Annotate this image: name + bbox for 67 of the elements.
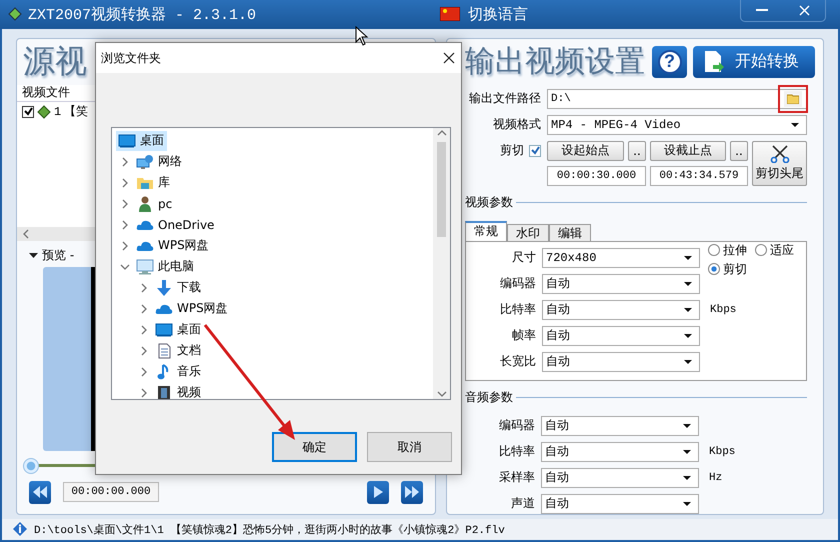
field-label: 长宽比 [499, 353, 536, 370]
field-label: 比特率 [499, 301, 536, 318]
tab[interactable]: 常规 [465, 220, 507, 241]
folder-tree-item[interactable]: 桌面 [153, 320, 204, 340]
dialog-button[interactable]: 确定 [272, 432, 357, 462]
folder-tree-item[interactable]: 网络 [134, 152, 185, 172]
group-title: 音频参数 [465, 388, 513, 406]
option-select[interactable]: 自动 [541, 442, 699, 462]
folder-tree-item[interactable]: 桌面 [116, 130, 167, 150]
panel-heading: 源视 [23, 40, 87, 82]
option-select[interactable]: 自动 [542, 300, 700, 320]
panel-heading: 输出视频设置 [465, 43, 645, 82]
start-convert-button[interactable]: 开始转换 [693, 46, 815, 78]
help-button[interactable]: ? [652, 46, 687, 78]
set-start-button[interactable]: 设起始点 [547, 140, 624, 161]
folder-tree-item[interactable]: WPS网盘 [134, 236, 212, 256]
set-end-button[interactable]: 设截止点 [650, 140, 726, 161]
size-select[interactable]: 720x480 [542, 248, 700, 268]
folder-tree-item[interactable]: 下载 [153, 278, 204, 298]
field-label: 采样率 [498, 469, 535, 486]
field-label: 编码器 [499, 275, 536, 292]
start-time-field[interactable]: 00:00:30.000 [547, 166, 646, 186]
folder-tree-item[interactable]: WPS网盘 [153, 298, 231, 318]
folder-tree-item[interactable]: 此电脑 [134, 256, 197, 276]
dialog-button[interactable]: 取消 [367, 432, 452, 462]
option-select[interactable]: 自动 [542, 326, 700, 346]
field-label: 比特率 [498, 443, 535, 460]
option-select[interactable]: 自动 [541, 494, 699, 514]
option-select[interactable]: 自动 [542, 274, 700, 294]
folder-tree-item[interactable]: 视频 [153, 382, 204, 399]
radio-option[interactable]: 适应 [755, 242, 794, 259]
folder-tree-item[interactable]: 库 [134, 172, 173, 192]
field-label: 剪切 [500, 142, 524, 160]
radio-option[interactable]: 剪切 [708, 260, 747, 278]
option-select[interactable]: 自动 [541, 468, 699, 488]
more-button[interactable]: .. [628, 140, 646, 161]
folder-tree-item[interactable]: OneDrive [134, 214, 218, 234]
status-text: D:\tools\桌面\文件1\1 【笑镇惊魂2】恐怖5分钟，逛街两小时的故事《小镇惊魂2》P2.flv [34, 522, 505, 537]
more-button[interactable]: .. [730, 140, 748, 161]
file-name[interactable]: 【笑 [64, 103, 88, 120]
field-label: 帧率 [511, 327, 536, 344]
folder-tree-item[interactable]: 文档 [153, 340, 204, 360]
trim-button[interactable]: 剪切头尾 [752, 140, 807, 186]
unit-label: Kbps [708, 446, 736, 458]
field-label: 视频格式 [492, 116, 541, 134]
file-index: 1 [54, 104, 62, 119]
tab[interactable]: 水印 [507, 224, 549, 241]
window-title: ZXT2007视频转换器 - 2.3.1.0 [28, 6, 256, 24]
preview-label: 预览 - [42, 247, 74, 264]
format-select[interactable]: MP4 - MPEG-4 Video [547, 114, 807, 135]
option-select[interactable]: 自动 [541, 416, 699, 436]
field-label: 尺寸 [511, 249, 536, 266]
field-label: 输出文件路径 [468, 90, 541, 108]
unit-label: Kbps [709, 304, 738, 316]
tab[interactable]: 编辑 [549, 224, 591, 241]
group-title: 视频参数 [465, 194, 513, 211]
language-switch-button[interactable]: 切换语言 [468, 4, 528, 24]
unit-label: Hz [708, 472, 724, 484]
time-display: 00:00:00.000 [63, 482, 159, 502]
option-select[interactable]: 自动 [542, 352, 700, 372]
radio-option[interactable]: 拉伸 [708, 242, 747, 259]
end-time-field[interactable]: 00:43:34.579 [650, 166, 748, 186]
dialog-title: 浏览文件夹 [101, 50, 161, 66]
field-label: 声道 [510, 495, 535, 512]
folder-tree-item[interactable]: 音乐 [153, 362, 204, 382]
field-label: 编码器 [498, 417, 535, 434]
folder-tree-item[interactable]: pc [134, 194, 176, 214]
